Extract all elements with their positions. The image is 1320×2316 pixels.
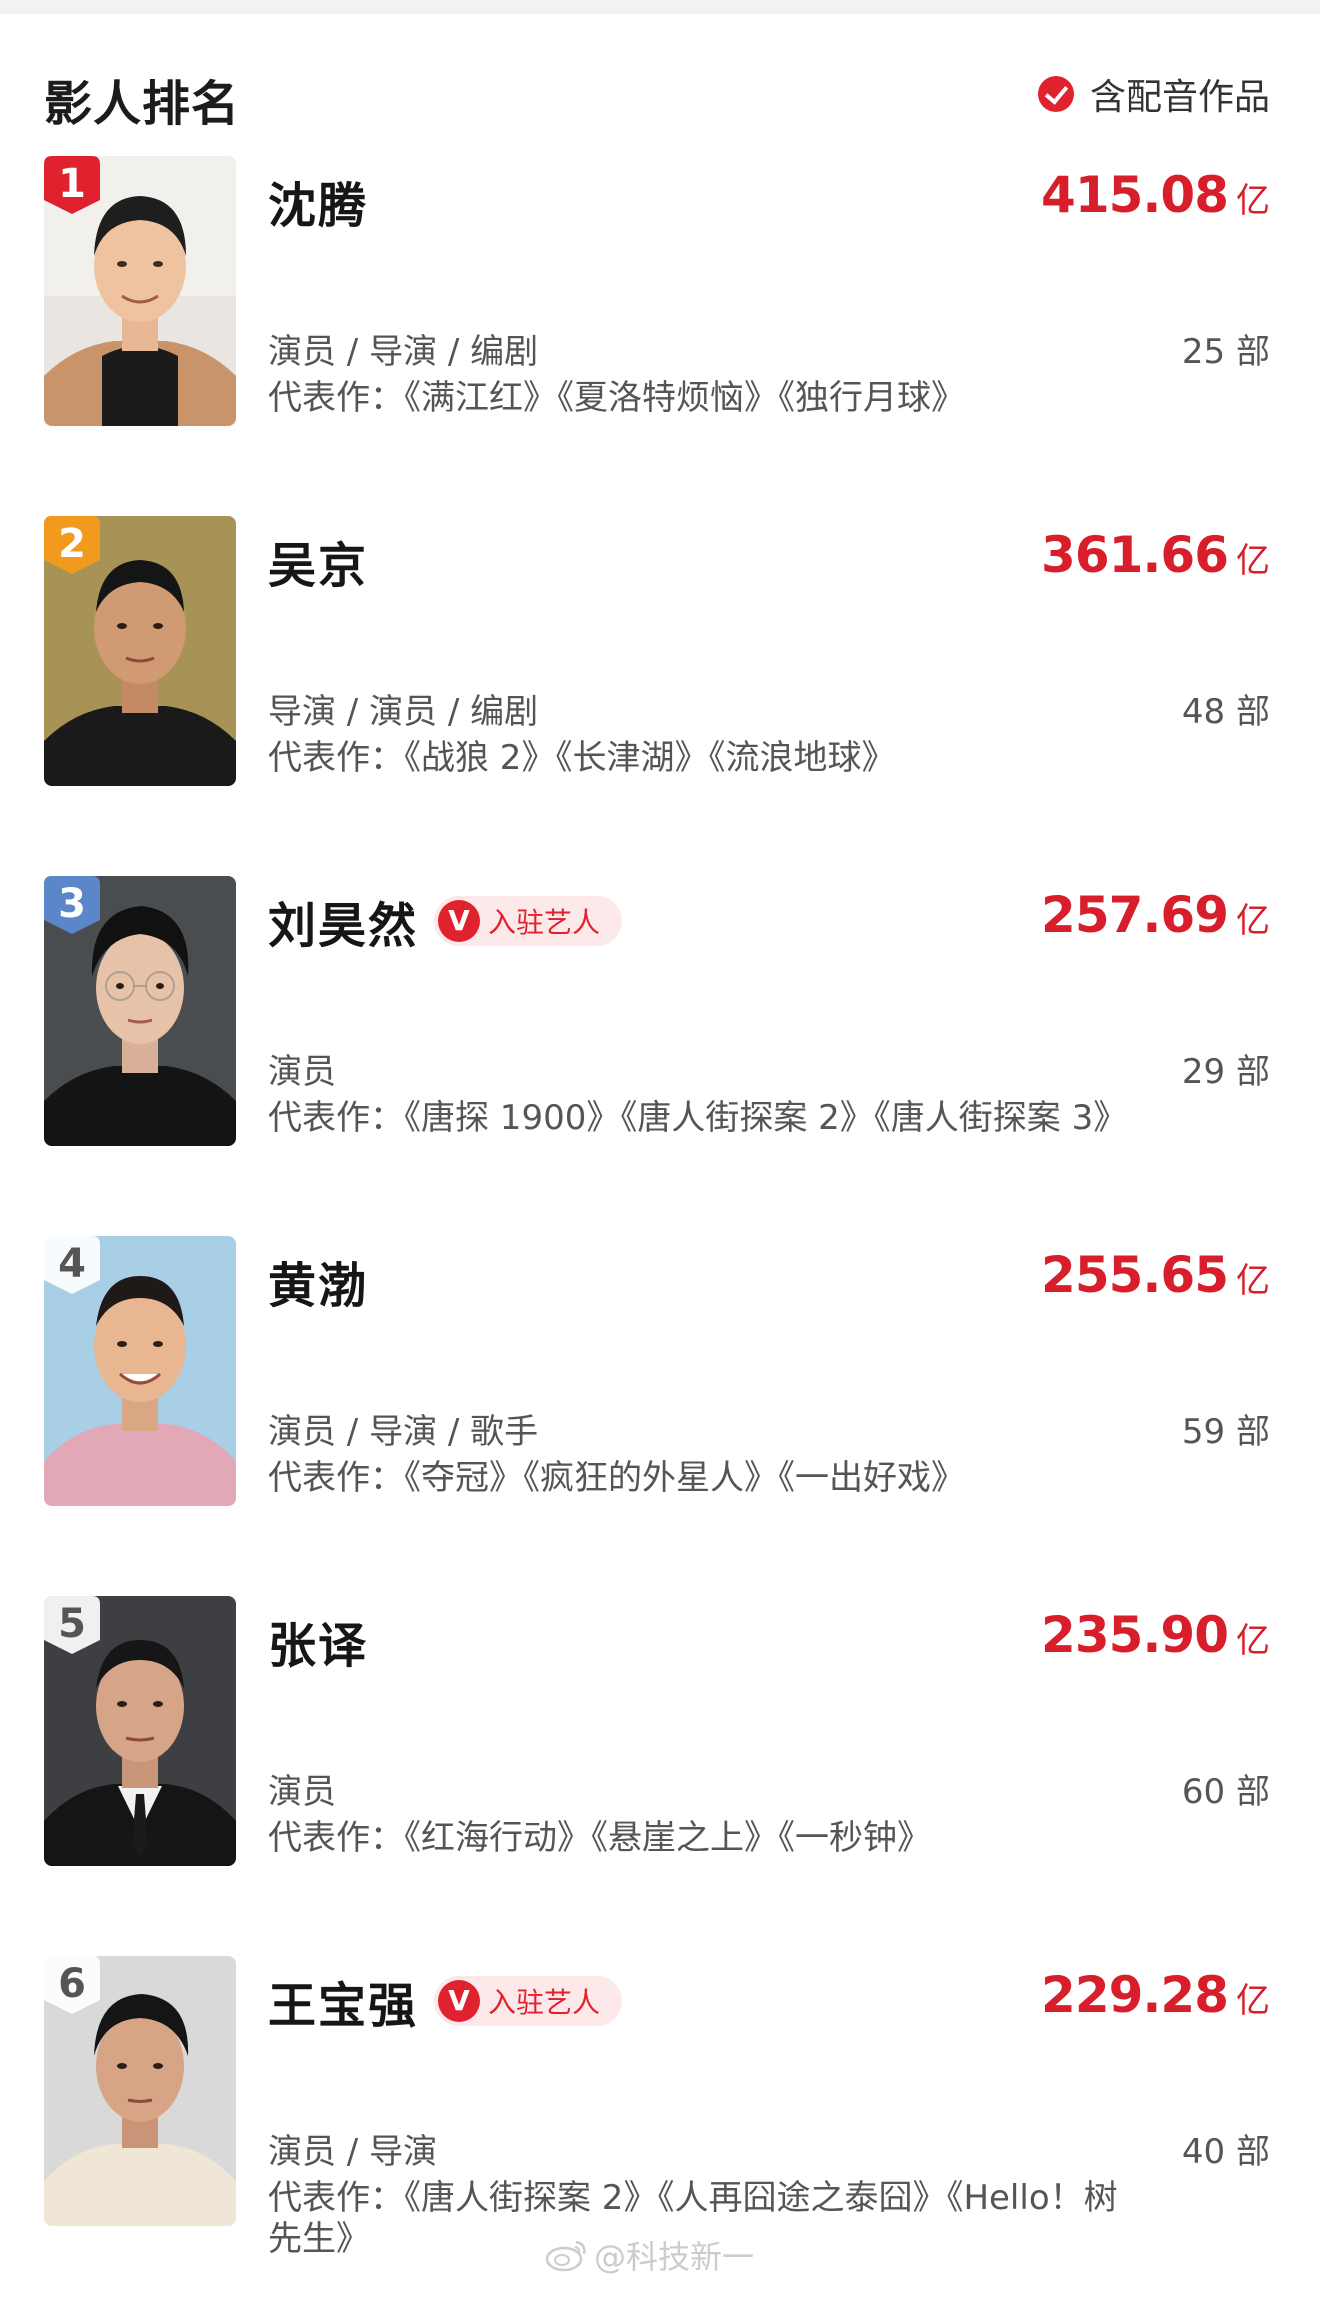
- rank-badge: 4: [44, 1236, 100, 1294]
- box-office: 229.28 亿: [1041, 1966, 1270, 2036]
- name-line: 刘昊然 V 入驻艺人: [268, 886, 623, 956]
- box-office: 255.65 亿: [1041, 1246, 1270, 1316]
- box-office-value: 415.08: [1041, 166, 1229, 224]
- rank-badge: 2: [44, 516, 100, 574]
- box-office-unit: 亿: [1236, 1981, 1270, 2021]
- top-divider: [0, 0, 1320, 14]
- name-line: 沈腾: [268, 166, 368, 236]
- rank-badge: 1: [44, 156, 100, 214]
- ranking-row[interactable]: 2 吴京 361.66 亿 导演 / 演员 / 编剧 48 部 代表作：《战狼 …: [0, 516, 1320, 876]
- actor-roles: 演员: [268, 1772, 336, 1812]
- ranking-header: 影人排名 含配音作品: [0, 14, 1320, 164]
- box-office-value: 257.69: [1041, 886, 1229, 944]
- actor-name[interactable]: 刘昊然: [268, 886, 418, 956]
- checked-icon[interactable]: [1037, 76, 1074, 112]
- verified-label: 入驻艺人: [488, 1986, 601, 2019]
- box-office-unit: 亿: [1236, 1621, 1270, 1661]
- weibo-watermark: @科技新一: [544, 2232, 754, 2278]
- film-count: 60 部: [1181, 1772, 1270, 1812]
- film-count: 59 部: [1181, 1412, 1270, 1452]
- actor-roles: 演员: [268, 1052, 336, 1092]
- film-count: 48 部: [1181, 692, 1270, 732]
- film-count: 29 部: [1181, 1052, 1270, 1092]
- actor-name[interactable]: 黄渤: [268, 1246, 368, 1316]
- name-line: 王宝强 V 入驻艺人: [268, 1966, 623, 2036]
- rank-badge: 5: [44, 1596, 100, 1654]
- representative-works: 代表作：《唐探 1900》《唐人街探案 2》《唐人街探案 3》: [268, 1098, 1128, 1138]
- rank-badge: 6: [44, 1956, 100, 2014]
- name-line: 黄渤: [268, 1246, 368, 1316]
- box-office-unit: 亿: [1236, 901, 1270, 941]
- box-office-unit: 亿: [1236, 181, 1270, 221]
- ranking-row[interactable]: 3 刘昊然 V 入驻艺人 257.69 亿 演员 29 部 代表作：《唐探 19…: [0, 876, 1320, 1236]
- verified-artist-tag[interactable]: V 入驻艺人: [434, 896, 623, 946]
- actor-name[interactable]: 吴京: [268, 526, 368, 596]
- name-line: 张译: [268, 1606, 368, 1676]
- ranking-row[interactable]: 5 张译 235.90 亿 演员 60 部 代表作：《红海行动》《悬崖之上》《一…: [0, 1596, 1320, 1956]
- box-office-value: 229.28: [1041, 1966, 1229, 2024]
- representative-works: 代表作：《夺冠》《疯狂的外星人》《一出好戏》: [268, 1458, 965, 1498]
- actor-roles: 演员 / 导演: [268, 2132, 438, 2172]
- dubbing-filter-toggle[interactable]: 含配音作品: [1037, 64, 1270, 124]
- box-office: 415.08 亿: [1041, 166, 1270, 236]
- box-office: 235.90 亿: [1041, 1606, 1270, 1676]
- representative-works: 代表作：《红海行动》《悬崖之上》《一秒钟》: [268, 1818, 931, 1858]
- actor-roles: 导演 / 演员 / 编剧: [268, 692, 539, 732]
- verified-v-icon: V: [438, 900, 481, 942]
- section-title: 影人排名: [44, 76, 241, 132]
- actor-roles: 演员 / 导演 / 编剧: [268, 332, 539, 372]
- box-office: 361.66 亿: [1041, 526, 1270, 596]
- name-line: 吴京: [268, 526, 368, 596]
- ranking-row[interactable]: 1 沈腾 415.08 亿 演员 / 导演 / 编剧 25 部 代表作：《满江红…: [0, 156, 1320, 516]
- actor-roles: 演员 / 导演 / 歌手: [268, 1412, 539, 1452]
- ranking-row[interactable]: 4 黄渤 255.65 亿 演员 / 导演 / 歌手 59 部 代表作：《夺冠》…: [0, 1236, 1320, 1596]
- box-office-value: 255.65: [1041, 1246, 1229, 1304]
- film-count: 25 部: [1181, 332, 1270, 372]
- filter-label: 含配音作品: [1089, 77, 1270, 118]
- box-office-value: 235.90: [1041, 1606, 1229, 1664]
- weibo-icon: [545, 2240, 586, 2272]
- box-office: 257.69 亿: [1041, 886, 1270, 956]
- representative-works: 代表作：《战狼 2》《长津湖》《流浪地球》: [268, 738, 896, 778]
- film-count: 40 部: [1181, 2132, 1270, 2172]
- verified-v-icon: V: [438, 1980, 481, 2022]
- verified-label: 入驻艺人: [488, 906, 601, 939]
- actor-name[interactable]: 沈腾: [268, 166, 368, 236]
- watermark-text: @科技新一: [594, 2238, 755, 2276]
- actor-name[interactable]: 张译: [268, 1606, 368, 1676]
- verified-artist-tag[interactable]: V 入驻艺人: [434, 1976, 623, 2026]
- box-office-unit: 亿: [1236, 1261, 1270, 1301]
- rank-badge: 3: [44, 876, 100, 934]
- box-office-value: 361.66: [1041, 526, 1229, 584]
- actor-name[interactable]: 王宝强: [268, 1966, 418, 2036]
- representative-works: 代表作：《满江红》《夏洛特烦恼》《独行月球》: [268, 378, 965, 418]
- box-office-unit: 亿: [1236, 541, 1270, 581]
